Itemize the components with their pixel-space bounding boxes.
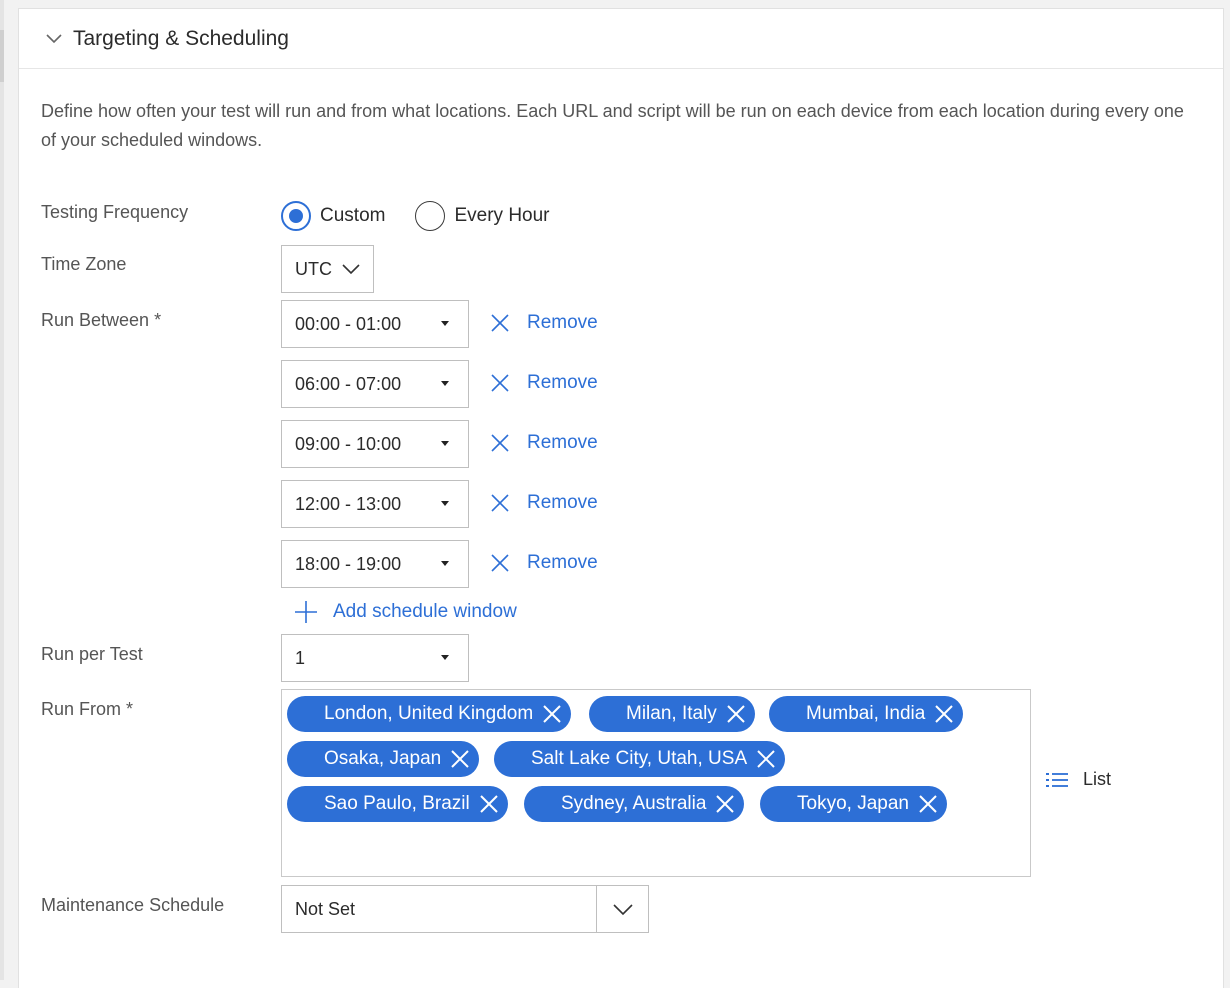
location-tag-label: Osaka, Japan [324, 748, 442, 769]
remove-window-label: Remove [527, 372, 598, 393]
schedule-window-value: 18:00 - 19:00 [295, 553, 402, 574]
section-header[interactable]: Targeting & Scheduling [19, 9, 1223, 69]
schedule-window-value: 00:00 - 01:00 [295, 313, 402, 334]
remove-window-label: Remove [527, 552, 598, 573]
schedule-window-select[interactable]: 18:00 - 19:00 [281, 540, 469, 588]
left-edge-strip [0, 0, 4, 980]
schedule-window-select[interactable]: 06:00 - 07:00 [281, 360, 469, 408]
close-icon[interactable] [449, 748, 471, 770]
caret-down-icon [441, 381, 449, 386]
remove-window-button[interactable]: Remove [489, 548, 598, 578]
location-tag-label: Salt Lake City, Utah, USA [531, 748, 748, 769]
location-tag: Milan, Italy [589, 696, 755, 732]
location-tag: London, United Kingdom [287, 696, 572, 732]
close-icon [491, 554, 509, 572]
time-zone-label: Time Zone [41, 254, 127, 274]
list-icon [1046, 772, 1068, 787]
location-tag-label: London, United Kingdom [324, 703, 534, 724]
location-tag-label: Tokyo, Japan [797, 793, 909, 814]
location-tag: Salt Lake City, Utah, USA [494, 741, 786, 777]
add-schedule-window-button[interactable]: Add schedule window [293, 599, 517, 625]
remove-window-label: Remove [527, 312, 598, 333]
remove-window-button[interactable]: Remove [489, 368, 598, 398]
close-icon [491, 494, 509, 512]
close-icon[interactable] [725, 703, 747, 725]
location-tag: Osaka, Japan [287, 741, 480, 777]
chevron-down-icon[interactable] [43, 28, 65, 50]
location-tag: Tokyo, Japan [760, 786, 947, 822]
remove-window-button[interactable]: Remove [489, 428, 598, 458]
caret-down-icon [441, 655, 449, 660]
close-icon [491, 434, 509, 452]
close-icon [491, 374, 509, 392]
caret-down-icon [441, 561, 449, 566]
frequency-option-custom[interactable]: Custom [281, 201, 385, 231]
location-tag-label: Sydney, Australia [561, 793, 707, 814]
maintenance-schedule-label: Maintenance Schedule [41, 895, 225, 915]
run-from-label: Run From * [41, 699, 134, 719]
run-per-test-value: 1 [295, 647, 306, 668]
frequency-option-every-hour[interactable]: Every Hour [415, 201, 550, 231]
schedule-window-select[interactable]: 09:00 - 10:00 [281, 420, 469, 468]
location-tag-label: Mumbai, India [806, 703, 926, 724]
location-tag: Mumbai, India [769, 696, 964, 732]
close-icon[interactable] [917, 793, 939, 815]
testing-frequency-group: Custom Every Hour [281, 201, 580, 231]
maintenance-schedule-select[interactable]: Not Set [281, 885, 649, 933]
location-tag: Sao Paulo, Brazil [287, 786, 508, 822]
left-edge-mark [0, 30, 4, 82]
chevron-down-icon [342, 264, 360, 275]
time-zone-value: UTC [295, 258, 332, 279]
caret-down-icon [441, 441, 449, 446]
select-divider [596, 886, 597, 932]
maintenance-schedule-value: Not Set [295, 898, 356, 919]
frequency-option-label: Custom [320, 205, 386, 226]
remove-window-label: Remove [527, 432, 598, 453]
schedule-window-value: 09:00 - 10:00 [295, 433, 402, 454]
radio-selected-icon[interactable] [281, 201, 311, 231]
time-zone-select[interactable]: UTC [281, 245, 374, 293]
schedule-window-select[interactable]: 12:00 - 13:00 [281, 480, 469, 528]
add-schedule-window-label: Add schedule window [333, 601, 517, 622]
caret-down-icon [441, 501, 449, 506]
radio-unselected-icon[interactable] [415, 201, 446, 231]
remove-window-button[interactable]: Remove [489, 488, 598, 518]
schedule-window-value: 12:00 - 13:00 [295, 493, 402, 514]
plus-icon [295, 601, 317, 623]
run-from-tags-input[interactable]: London, United Kingdom Milan, Italy Mumb… [281, 689, 1031, 877]
list-view-toggle[interactable]: List [1045, 769, 1111, 790]
schedule-window-select[interactable]: 00:00 - 01:00 [281, 300, 469, 348]
frequency-option-label: Every Hour [454, 205, 550, 226]
close-icon[interactable] [478, 793, 500, 815]
close-icon[interactable] [755, 748, 777, 770]
section-description: Define how often your test will run and … [41, 101, 1184, 150]
run-per-test-select[interactable]: 1 [281, 634, 469, 682]
caret-down-icon [441, 321, 449, 326]
testing-frequency-label: Testing Frequency [41, 202, 189, 222]
location-tag-label: Milan, Italy [626, 703, 717, 724]
targeting-scheduling-panel: Targeting & Scheduling Define how often … [18, 8, 1224, 988]
remove-window-label: Remove [527, 492, 598, 513]
list-view-label: List [1083, 769, 1112, 789]
location-tag-label: Sao Paulo, Brazil [324, 793, 470, 814]
location-tag: Sydney, Australia [524, 786, 745, 822]
close-icon [491, 314, 509, 332]
remove-window-button[interactable]: Remove [489, 308, 598, 338]
schedule-window-value: 06:00 - 07:00 [295, 373, 402, 394]
run-per-test-label: Run per Test [41, 644, 143, 664]
chevron-down-icon[interactable] [612, 899, 634, 919]
section-title: Targeting & Scheduling [73, 26, 289, 50]
close-icon[interactable] [541, 703, 563, 725]
close-icon[interactable] [933, 703, 955, 725]
run-between-label: Run Between * [41, 310, 162, 330]
close-icon[interactable] [714, 793, 736, 815]
